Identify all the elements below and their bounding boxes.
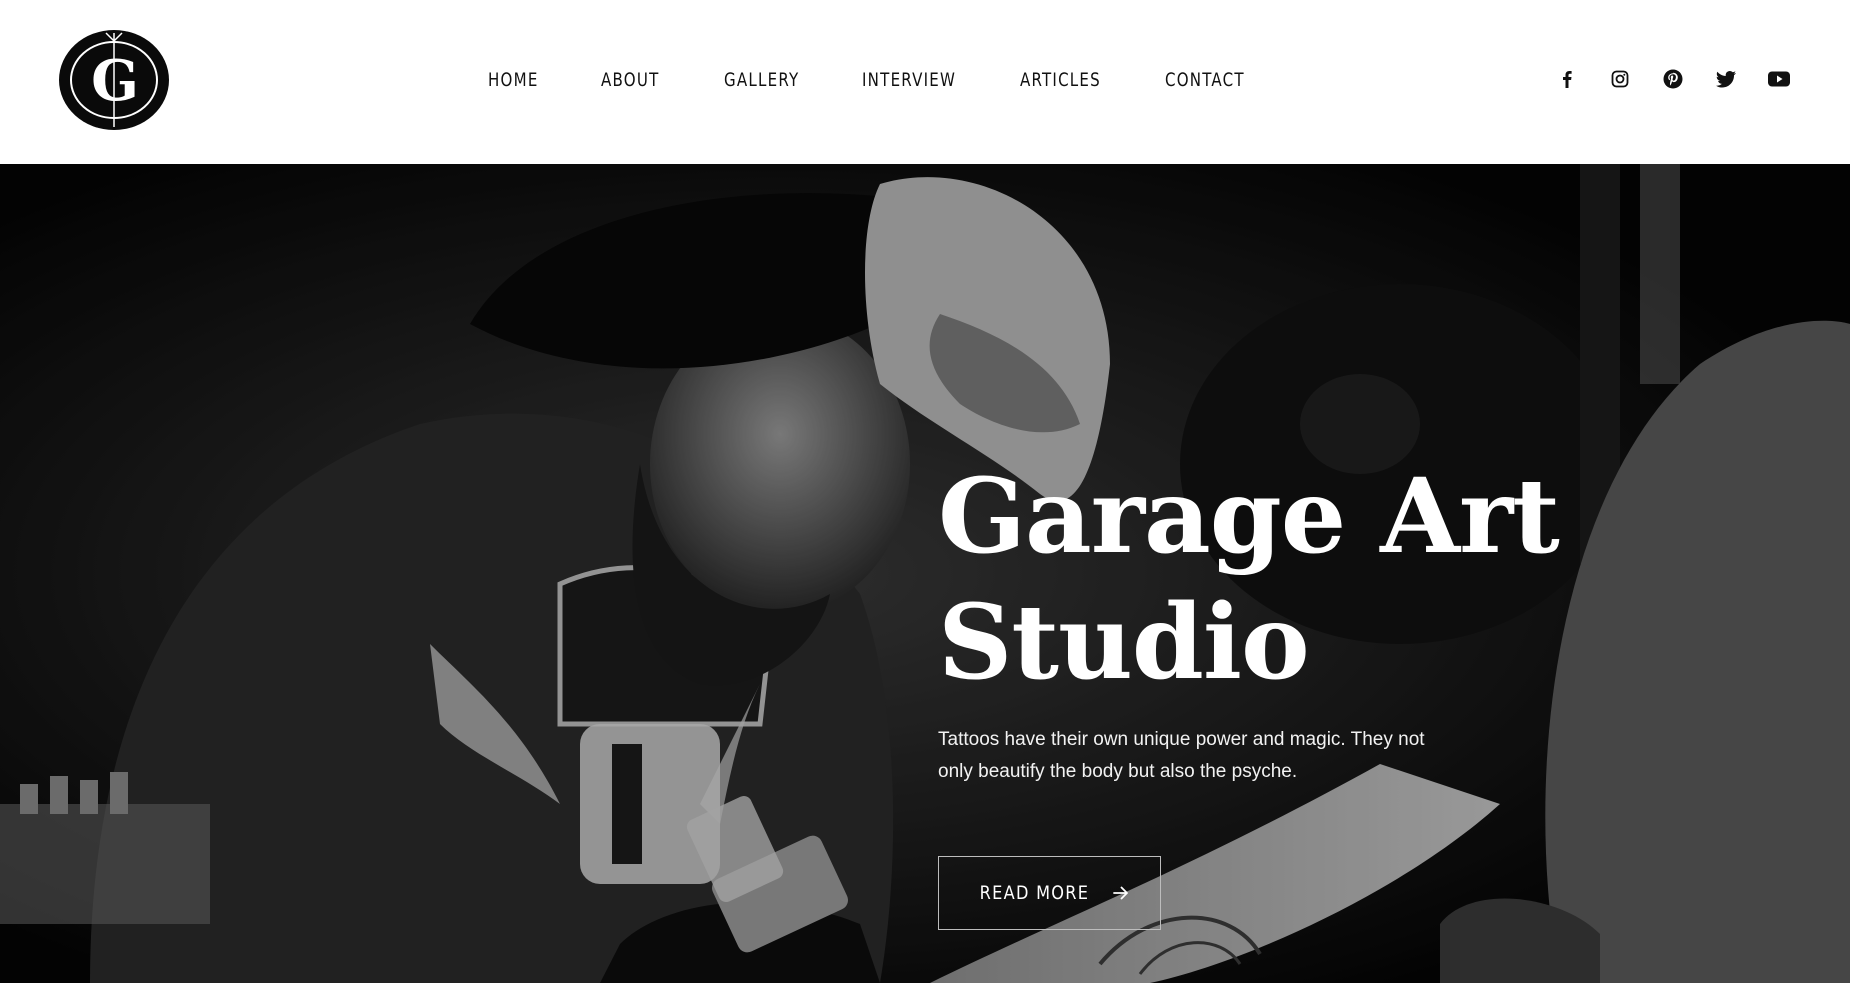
instagram-icon xyxy=(1611,70,1629,88)
hero-description: Tattoos have their own unique power and … xyxy=(938,724,1498,788)
facebook-link[interactable] xyxy=(1554,66,1580,92)
site-header: G HOME ABOUT GALLERY INTERVIEW ARTICLES … xyxy=(0,0,1850,164)
twitter-link[interactable] xyxy=(1713,66,1739,92)
nav-item-articles[interactable]: ARTICLES xyxy=(1020,62,1101,98)
nav-item-contact[interactable]: CONTACT xyxy=(1165,62,1245,98)
hero-title-line-1: Garage Art xyxy=(938,456,1560,577)
hero-description-line-1: Tattoos have their own unique power and … xyxy=(938,729,1425,750)
instagram-link[interactable] xyxy=(1607,66,1633,92)
pinterest-link[interactable] xyxy=(1660,66,1686,92)
hero-section: Garage Art Studio Tattoos have their own… xyxy=(0,164,1850,983)
read-more-button[interactable]: READ MORE xyxy=(938,856,1161,930)
arrow-right-icon xyxy=(1113,886,1128,900)
nav-item-home[interactable]: HOME xyxy=(488,62,539,98)
read-more-label: READ MORE xyxy=(979,882,1090,904)
nav-item-interview[interactable]: INTERVIEW xyxy=(862,62,956,98)
nav-item-about[interactable]: ABOUT xyxy=(601,62,660,98)
youtube-icon xyxy=(1768,71,1790,87)
pinterest-icon xyxy=(1663,69,1683,89)
nav-item-gallery[interactable]: GALLERY xyxy=(724,62,799,98)
hero-title-line-2: Studio xyxy=(938,582,1310,703)
hero-title: Garage Art Studio xyxy=(938,454,1698,706)
youtube-link[interactable] xyxy=(1766,66,1792,92)
twitter-icon xyxy=(1716,70,1736,87)
hero-description-line-2: only beautify the body but also the psyc… xyxy=(938,761,1298,782)
facebook-icon xyxy=(1563,71,1572,88)
